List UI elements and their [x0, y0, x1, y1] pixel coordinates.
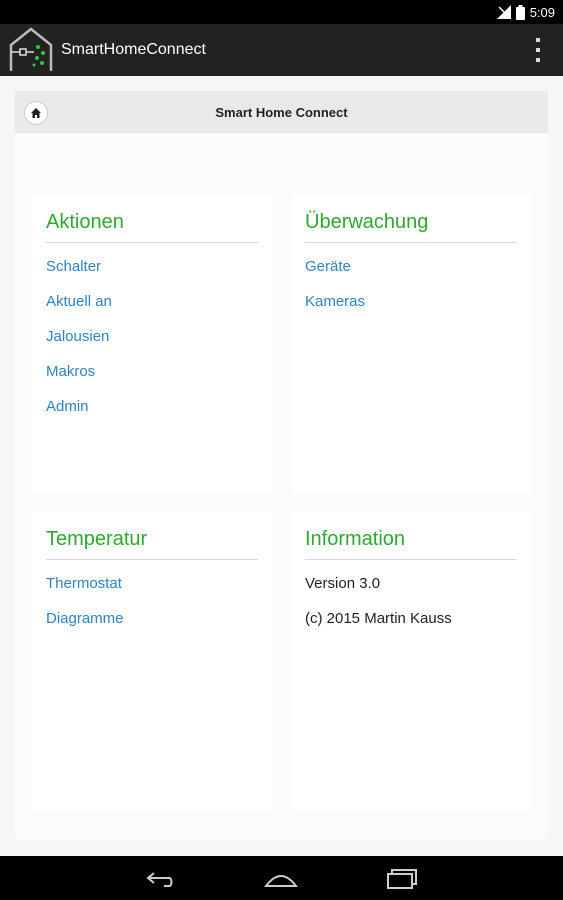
card-temperatur: Temperatur Thermostat Diagramme: [32, 512, 272, 810]
card-title-information: Information: [305, 528, 517, 560]
battery-icon: [515, 4, 525, 20]
page-header: Smart Home Connect: [15, 91, 548, 133]
link-aktuell-an[interactable]: Aktuell an: [46, 288, 258, 323]
card-ueberwachung: Überwachung Geräte Kameras: [291, 195, 531, 493]
link-schalter[interactable]: Schalter: [46, 253, 258, 288]
status-icons: 5:09: [496, 3, 555, 21]
overflow-menu-icon[interactable]: [531, 38, 545, 62]
app-title: SmartHomeConnect: [61, 41, 206, 58]
link-kameras[interactable]: Kameras: [305, 288, 517, 323]
card-information: Information Version 3.0 (c) 2015 Martin …: [291, 512, 531, 810]
back-icon[interactable]: [144, 866, 180, 890]
status-time: 5:09: [529, 4, 555, 20]
page-title: Smart Home Connect: [215, 105, 348, 120]
smart-home-logo-icon[interactable]: [8, 27, 54, 73]
home-nav-icon[interactable]: [263, 866, 299, 890]
link-makros[interactable]: Makros: [46, 358, 258, 393]
action-bar: SmartHomeConnect: [0, 24, 563, 76]
navigation-bar: [0, 856, 563, 900]
card-title-aktionen: Aktionen: [46, 211, 258, 243]
card-title-temperatur: Temperatur: [46, 528, 258, 560]
version-text: Version 3.0: [305, 575, 381, 592]
page-container: Smart Home Connect Aktionen Schalter Akt…: [15, 91, 548, 839]
status-bar: 5:09: [0, 0, 563, 24]
page-body: Aktionen Schalter Aktuell an Jalousien M…: [15, 133, 548, 839]
copyright-text: (c) 2015 Martin Kauss: [305, 610, 452, 627]
link-admin[interactable]: Admin: [46, 393, 258, 428]
signal-icon: [496, 5, 511, 19]
link-thermostat[interactable]: Thermostat: [46, 570, 258, 605]
link-diagramme[interactable]: Diagramme: [46, 605, 258, 640]
link-jalousien[interactable]: Jalousien: [46, 323, 258, 358]
recent-apps-icon[interactable]: [384, 866, 420, 890]
card-aktionen: Aktionen Schalter Aktuell an Jalousien M…: [32, 195, 272, 493]
link-geraete[interactable]: Geräte: [305, 253, 517, 288]
card-title-ueberwachung: Überwachung: [305, 211, 517, 243]
content-area: Smart Home Connect Aktionen Schalter Akt…: [0, 76, 563, 856]
